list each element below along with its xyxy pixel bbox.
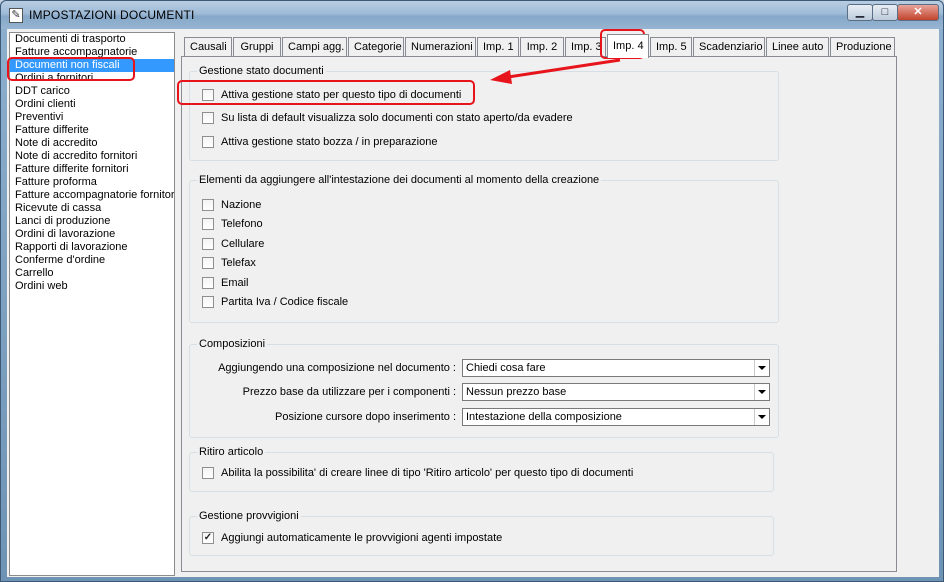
document-type-list[interactable]: Documenti di trasporto Fatture accompagna…	[9, 32, 175, 576]
checkbox-label: Nazione	[221, 199, 262, 211]
checkbox-label: Attiva gestione stato per questo tipo di…	[221, 89, 462, 101]
tab-imp-3[interactable]: Imp. 3	[565, 37, 606, 57]
checkbox-box[interactable]	[202, 296, 214, 308]
window: ✎ IMPOSTAZIONI DOCUMENTI ▁ □ ✕ Documenti…	[0, 0, 944, 582]
checkbox-attiva-gestione-stato[interactable]: Attiva gestione stato per questo tipo di…	[202, 88, 461, 102]
label-aggiungendo-composizione: Aggiungendo una composizione nel documen…	[218, 362, 456, 374]
doc-type-item[interactable]: Carrello	[10, 267, 174, 280]
checkbox-box[interactable]	[202, 277, 214, 289]
tab-imp-5[interactable]: Imp. 5	[650, 37, 692, 57]
checkbox-box[interactable]	[202, 89, 214, 101]
tab-scadenziario[interactable]: Scadenziario	[693, 37, 765, 57]
checkbox-box[interactable]	[202, 238, 214, 250]
doc-type-item[interactable]: Ordini clienti	[10, 98, 174, 111]
combo-value: Nessun prezzo base	[466, 386, 567, 398]
checkbox-telefax[interactable]: Telefax	[202, 256, 256, 270]
checkbox-box[interactable]	[202, 136, 214, 148]
doc-type-item[interactable]: Documenti non fiscali	[10, 59, 174, 72]
tab-imp-1[interactable]: Imp. 1	[477, 37, 519, 57]
tab-categorie[interactable]: Categorie	[348, 37, 404, 57]
checkbox-box[interactable]	[202, 257, 214, 269]
group-title: Gestione provvigioni	[197, 510, 301, 522]
doc-type-item[interactable]: Fatture accompagnatorie	[10, 46, 174, 59]
doc-type-item[interactable]: Lanci di produzione	[10, 215, 174, 228]
checkbox-box[interactable]	[202, 532, 214, 544]
checkbox-telefono[interactable]: Telefono	[202, 217, 263, 231]
doc-type-item[interactable]: Ricevute di cassa	[10, 202, 174, 215]
combo-value: Intestazione della composizione	[466, 411, 622, 423]
combo-prezzo-base[interactable]: Nessun prezzo base	[462, 383, 770, 401]
app-icon: ✎	[9, 8, 23, 23]
checkbox-label: Telefax	[221, 257, 256, 269]
doc-type-item[interactable]: Rapporti di lavorazione	[10, 241, 174, 254]
client-area: Documenti di trasporto Fatture accompagna…	[7, 29, 939, 577]
tab-imp-2[interactable]: Imp. 2	[520, 37, 564, 57]
maximize-button[interactable]: □	[872, 4, 898, 21]
tab-linee-auto[interactable]: Linee auto	[766, 37, 829, 57]
checkbox-label: Attiva gestione stato bozza / in prepara…	[221, 136, 438, 148]
doc-type-item[interactable]: Ordini di lavorazione	[10, 228, 174, 241]
checkbox-cellulare[interactable]: Cellulare	[202, 237, 264, 251]
doc-type-item[interactable]: DDT carico	[10, 85, 174, 98]
checkbox-box[interactable]	[202, 467, 214, 479]
chevron-down-icon[interactable]	[754, 409, 769, 425]
checkbox-label: Su lista di default visualizza solo docu…	[221, 112, 573, 124]
checkbox-email[interactable]: Email	[202, 276, 249, 290]
label-posizione-cursore: Posizione cursore dopo inserimento :	[275, 411, 456, 423]
tab-imp-4[interactable]: Imp. 4	[607, 34, 649, 58]
tab-strip: Causali Gruppi Campi agg. Categorie Numerazi…	[181, 34, 901, 58]
checkbox-label: Email	[221, 277, 249, 289]
group-gestione-provvigioni: Gestione provvigioni Aggiungi automatica…	[189, 510, 774, 556]
checkbox-label: Aggiungi automaticamente le provvigioni …	[221, 532, 503, 544]
group-title: Gestione stato documenti	[197, 65, 326, 77]
group-title: Elementi da aggiungere all'intestazione …	[197, 174, 602, 186]
doc-type-item[interactable]: Note di accredito	[10, 137, 174, 150]
group-intestazione: Elementi da aggiungere all'intestazione …	[189, 174, 779, 323]
label-prezzo-base: Prezzo base da utilizzare per i componen…	[242, 386, 456, 398]
checkbox-solo-aperti[interactable]: Su lista di default visualizza solo docu…	[202, 111, 573, 125]
checkbox-label: Telefono	[221, 218, 263, 230]
doc-type-item[interactable]: Ordini web	[10, 280, 174, 293]
combo-aggiungendo-composizione[interactable]: Chiedi cosa fare	[462, 359, 770, 377]
close-button[interactable]: ✕	[897, 4, 939, 21]
doc-type-item[interactable]: Preventivi	[10, 111, 174, 124]
group-gestione-stato: Gestione stato documenti Attiva gestione…	[189, 65, 779, 161]
checkbox-label: Cellulare	[221, 238, 265, 250]
group-ritiro-articolo: Ritiro articolo Abilita la possibilita' …	[189, 446, 774, 492]
checkbox-provvigioni-agenti[interactable]: Aggiungi automaticamente le provvigioni …	[202, 531, 502, 545]
checkbox-box[interactable]	[202, 199, 214, 211]
tab-gruppi[interactable]: Gruppi	[233, 37, 281, 57]
doc-type-item[interactable]: Fatture accompagnatorie fornitori	[10, 189, 174, 202]
group-composizioni: Composizioni Aggiungendo una composizion…	[189, 338, 779, 438]
group-title: Composizioni	[197, 338, 268, 350]
checkbox-partita-iva[interactable]: Partita Iva / Codice fiscale	[202, 295, 348, 309]
checkbox-stato-bozza[interactable]: Attiva gestione stato bozza / in prepara…	[202, 135, 437, 149]
tab-causali[interactable]: Causali	[184, 37, 232, 57]
tab-campi-agg[interactable]: Campi agg.	[282, 37, 347, 57]
tab-produzione[interactable]: Produzione	[830, 37, 895, 57]
checkbox-box[interactable]	[202, 112, 214, 124]
checkbox-label: Partita Iva / Codice fiscale	[221, 296, 349, 308]
doc-type-item[interactable]: Documenti di trasporto	[10, 33, 174, 46]
chevron-down-icon[interactable]	[754, 384, 769, 400]
checkbox-nazione[interactable]: Nazione	[202, 198, 261, 212]
chevron-down-icon[interactable]	[754, 360, 769, 376]
checkbox-ritiro-articolo[interactable]: Abilita la possibilita' di creare linee …	[202, 466, 633, 480]
tab-numerazioni[interactable]: Numerazioni	[405, 37, 476, 57]
window-title: IMPOSTAZIONI DOCUMENTI	[29, 8, 195, 22]
doc-type-item[interactable]: Ordini a fornitori	[10, 72, 174, 85]
doc-type-item[interactable]: Note di accredito fornitori	[10, 150, 174, 163]
checkbox-box[interactable]	[202, 218, 214, 230]
doc-type-item[interactable]: Conferme d'ordine	[10, 254, 174, 267]
doc-type-item[interactable]: Fatture differite fornitori	[10, 163, 174, 176]
doc-type-item[interactable]: Fatture differite	[10, 124, 174, 137]
tab-panel-imp4: Gestione stato documenti Attiva gestione…	[181, 56, 897, 572]
title-bar[interactable]: ✎ IMPOSTAZIONI DOCUMENTI ▁ □ ✕	[1, 1, 943, 29]
minimize-button[interactable]: ▁	[847, 4, 873, 21]
combo-value: Chiedi cosa fare	[466, 362, 546, 374]
group-title: Ritiro articolo	[197, 446, 266, 458]
combo-posizione-cursore[interactable]: Intestazione della composizione	[462, 408, 770, 426]
doc-type-item[interactable]: Fatture proforma	[10, 176, 174, 189]
checkbox-label: Abilita la possibilita' di creare linee …	[221, 467, 634, 479]
